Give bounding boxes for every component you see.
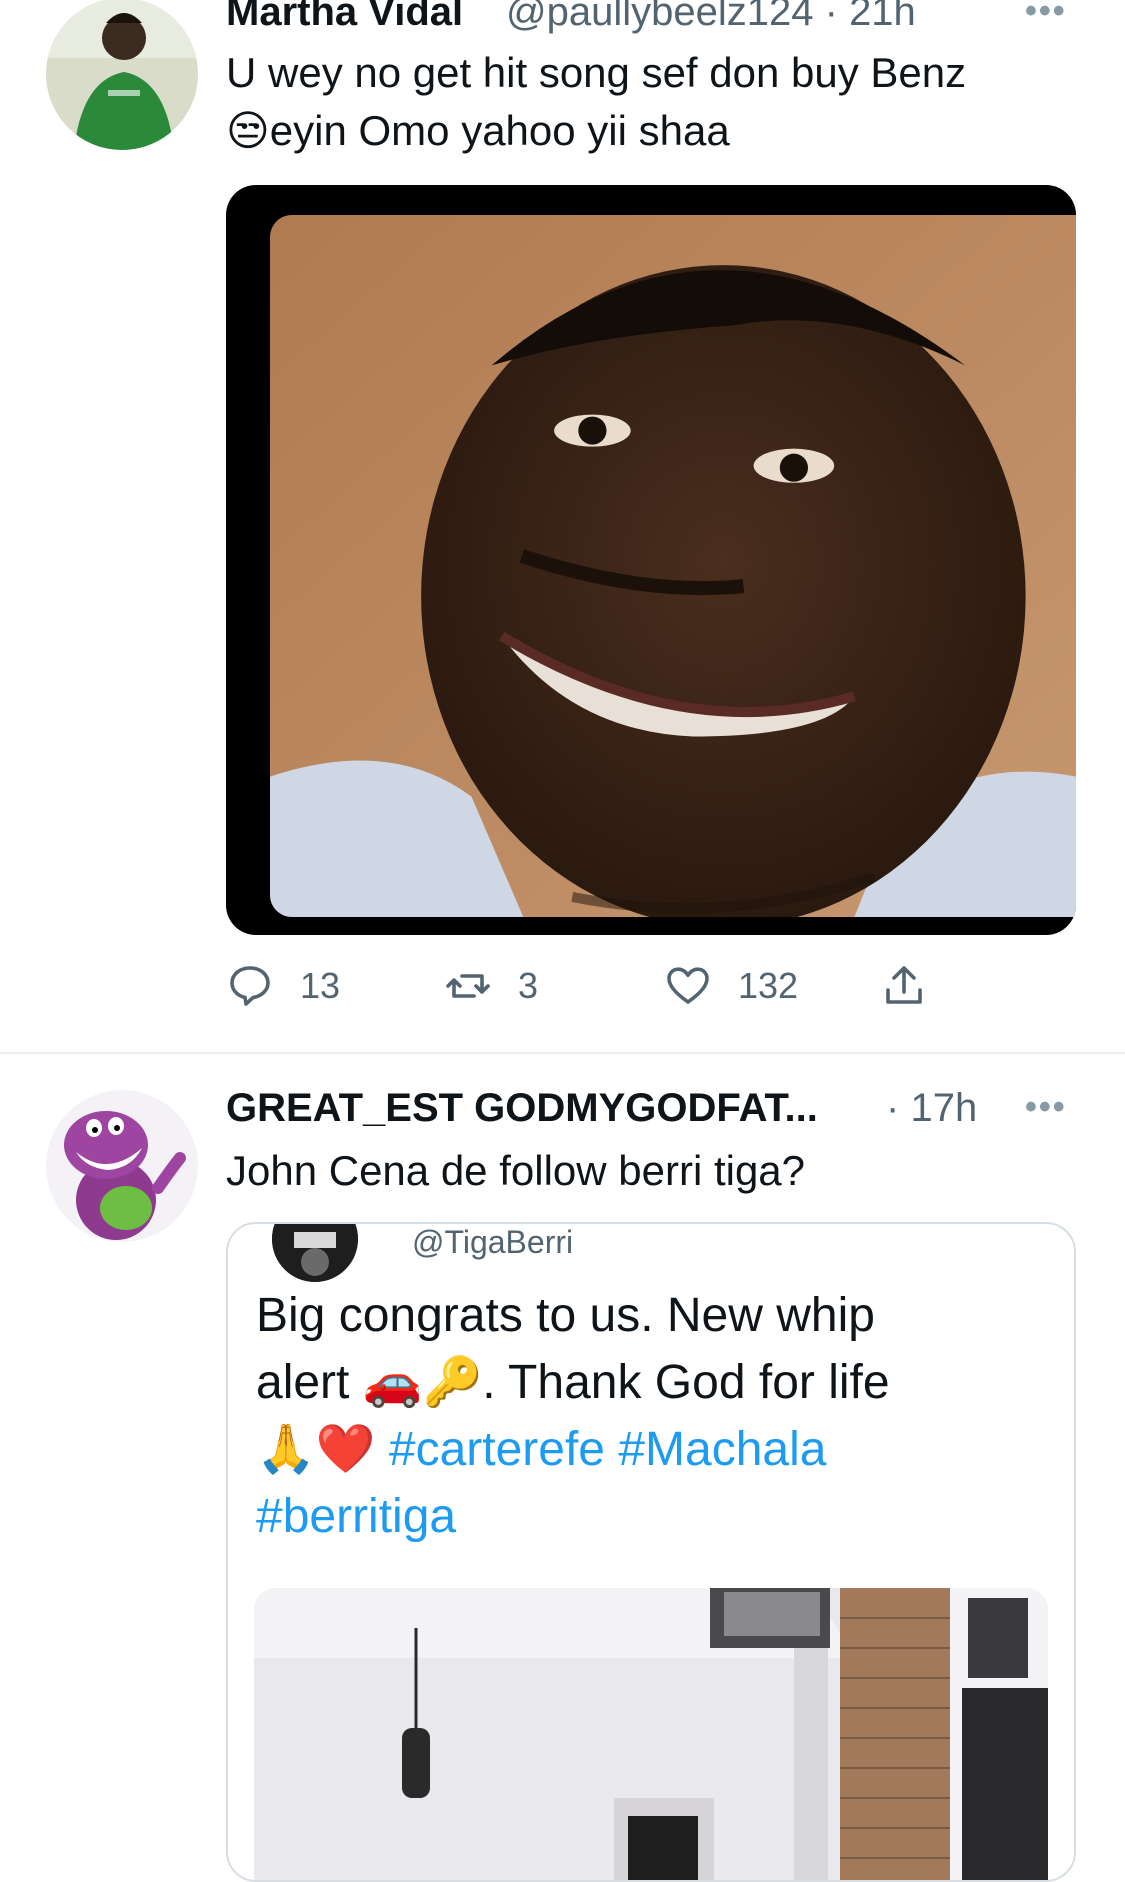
author-name[interactable]: GREAT_EST GODMYGODFAT... [226,1086,818,1131]
hashtag-machala[interactable]: #Machala [618,1423,826,1476]
quoted-line4: #berritiga [256,1483,1046,1550]
quoted-line2-start: alert [256,1356,363,1409]
author-name[interactable]: Martha Vidal [226,0,463,35]
car-key-emojis: 🚗🔑 [362,1354,483,1410]
tweet-text: John Cena de follow berri tiga? [226,1147,806,1194]
tweet-media[interactable] [226,185,1076,935]
tweet-text-line2-words: eyin Omo yahoo yii shaa [269,107,730,154]
timestamp[interactable]: 21h [849,0,916,34]
tweet-meta[interactable]: · 17h [886,1086,977,1131]
avatar-great-est[interactable] [46,1090,198,1242]
like-count: 132 [738,965,799,1006]
quoted-media-photo [254,1588,1048,1880]
quoted-line1: Big congrats to us. New whip [256,1289,875,1342]
pray-heart-emojis: 🙏❤️ [256,1421,376,1477]
retweet-icon [446,974,490,998]
avatar-image [46,0,198,150]
tweet-text-line1: U wey no get hit song sef don buy Benz [226,49,967,96]
avatar-martha-vidal[interactable] [46,0,198,150]
quoted-line2: alert 🚗🔑. Thank God for life [256,1349,1046,1416]
tweet-text: U wey no get hit song sef don buy Benz 😒… [226,44,1086,160]
unamused-emoji: 😒 [226,106,270,155]
hashtag-berritiga[interactable]: #berritiga [256,1490,456,1543]
timestamp[interactable]: 17h [910,1086,977,1130]
like-action[interactable]: 132 [664,962,798,1010]
reply-icon [230,966,270,1006]
quoted-tweet-card[interactable]: @TigaBerri Big congrats to us. New whip … [226,1222,1076,1882]
quoted-text: Big congrats to us. New whip alert 🚗🔑. T… [256,1282,1046,1550]
avatar-image [46,1090,198,1242]
reply-count: 13 [300,965,341,1006]
quoted-avatar [272,1224,358,1282]
retweet-count: 3 [518,965,539,1006]
heart-icon [667,967,709,1004]
retweet-action[interactable]: 3 [444,962,538,1010]
hashtag-carterefe[interactable]: #carterefe [389,1423,605,1476]
reply-action[interactable]: 13 [226,962,340,1010]
author-handle[interactable]: @paullybeelz124 · 21h [506,0,916,35]
meta-separator: · [824,0,838,34]
more-options-icon[interactable]: ••• [1025,1088,1067,1127]
tweet-text-line2: 😒eyin Omo yahoo yii shaa [226,102,1086,160]
meta-separator: · [886,1086,900,1130]
handle-text: @paullybeelz124 [506,0,814,34]
share-icon [886,966,922,1004]
share-action[interactable] [880,962,928,1010]
quoted-line2-end: . Thank God for life [482,1356,890,1409]
quoted-line3: 🙏❤️ #carterefe #Machala [256,1416,1046,1483]
tweet-media-photo [270,215,1076,917]
more-options-icon[interactable]: ••• [1025,0,1067,31]
tweet-divider [0,1052,1125,1054]
quoted-media[interactable] [254,1588,1048,1880]
quoted-handle: @TigaBerri [412,1224,574,1260]
